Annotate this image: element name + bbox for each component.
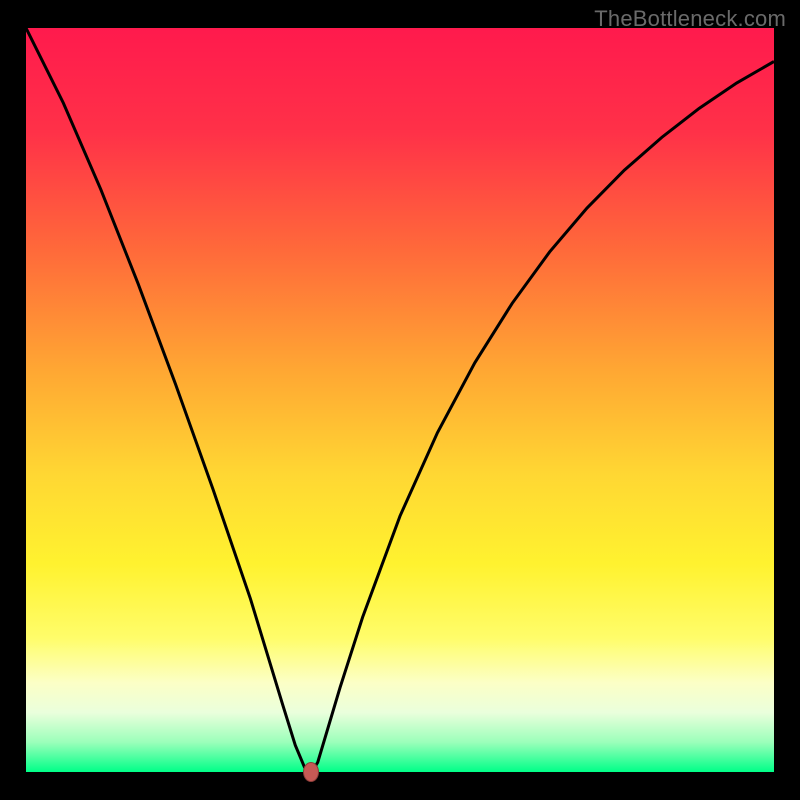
curve-layer xyxy=(26,28,774,772)
optimum-marker xyxy=(303,762,319,782)
chart-frame: TheBottleneck.com xyxy=(0,0,800,800)
plot-area xyxy=(26,28,774,772)
watermark-text: TheBottleneck.com xyxy=(594,6,786,32)
bottleneck-curve xyxy=(26,28,774,772)
